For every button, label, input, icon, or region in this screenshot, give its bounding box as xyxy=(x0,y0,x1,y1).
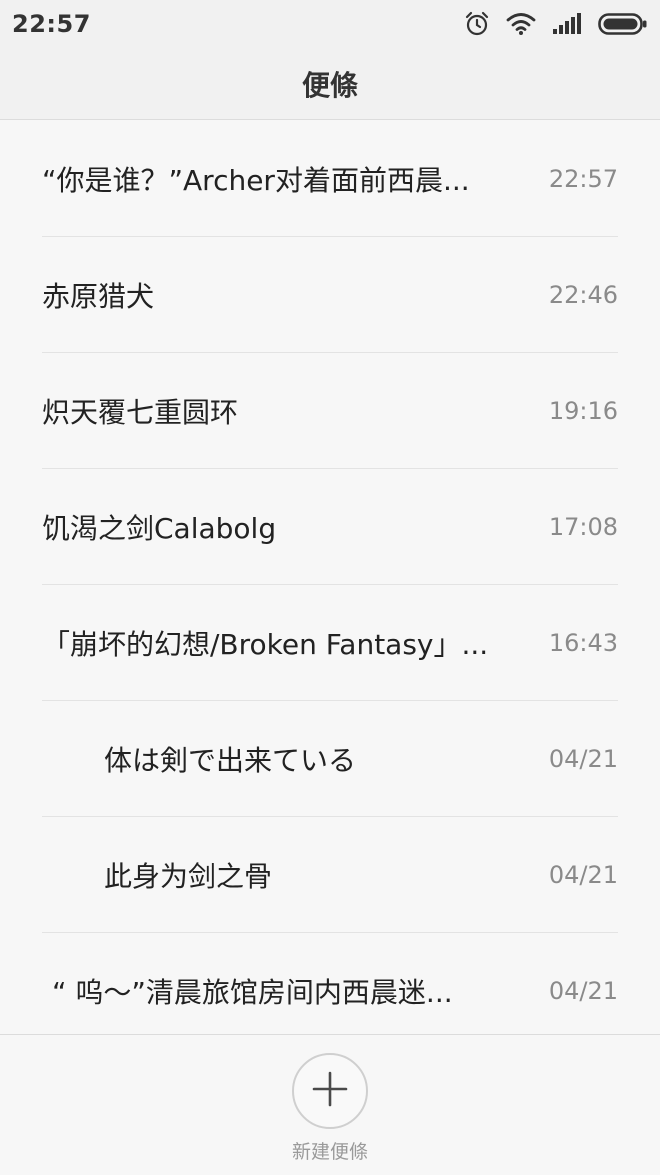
status-icons xyxy=(464,11,648,37)
note-time: 04/21 xyxy=(548,860,618,889)
status-bar: 22:57 xyxy=(0,0,660,48)
note-time: 19:16 xyxy=(548,396,618,425)
new-note-button[interactable] xyxy=(292,1053,368,1129)
note-time: 04/21 xyxy=(548,744,618,773)
note-time: 04/21 xyxy=(548,977,618,1005)
note-title: 体は剣で出来ている xyxy=(104,743,357,777)
bottom-bar: 新建便條 xyxy=(0,1034,660,1175)
battery-icon xyxy=(598,12,648,36)
note-time: 17:08 xyxy=(548,512,618,541)
title-bar: 便條 xyxy=(0,48,660,120)
note-title: “你是谁？”Archer对着面前西晨... xyxy=(42,163,470,197)
note-time: 16:43 xyxy=(548,628,618,657)
list-item[interactable]: 「崩坏的幻想/Broken Fantasy」... 16:43 xyxy=(42,585,618,701)
note-title: 炽天覆七重圆环 xyxy=(42,395,239,429)
note-title: 赤原猎犬 xyxy=(42,279,155,313)
wifi-icon xyxy=(506,12,536,36)
list-item[interactable]: 饥渴之剑Calabolg 17:08 xyxy=(42,469,618,585)
signal-icon xyxy=(552,13,582,35)
note-list: “你是谁？”Archer对着面前西晨... 22:57 赤原猎犬 22:46 炽… xyxy=(0,121,660,1034)
note-time: 22:46 xyxy=(548,280,618,309)
note-title: 此身为剑之骨 xyxy=(104,859,273,893)
list-item[interactable]: 此身为剑之骨 04/21 xyxy=(42,817,618,933)
page-title: 便條 xyxy=(301,68,358,102)
list-item[interactable]: 体は剣で出来ている 04/21 xyxy=(42,701,618,817)
list-item[interactable]: “你是谁？”Archer对着面前西晨... 22:57 xyxy=(42,121,618,237)
note-title: 「崩坏的幻想/Broken Fantasy」... xyxy=(42,627,489,661)
note-time: 22:57 xyxy=(548,164,618,193)
notes-screen: 22:57 便條 “你是谁？”Archer对着面前西晨... 22:57 赤原猎… xyxy=(0,0,660,1175)
list-item[interactable]: “ 呜～”清晨旅馆房间内西晨迷... 04/21 xyxy=(42,933,618,1034)
note-title: 饥渴之剑Calabolg xyxy=(42,511,277,545)
list-item[interactable]: 赤原猎犬 22:46 xyxy=(42,237,618,353)
note-title: “ 呜～”清晨旅馆房间内西晨迷... xyxy=(52,976,453,1009)
alarm-icon xyxy=(464,11,490,37)
list-item[interactable]: 炽天覆七重圆环 19:16 xyxy=(42,353,618,469)
plus-icon xyxy=(310,1069,350,1113)
status-time: 22:57 xyxy=(12,10,91,38)
new-note-label[interactable]: 新建便條 xyxy=(292,1137,368,1164)
